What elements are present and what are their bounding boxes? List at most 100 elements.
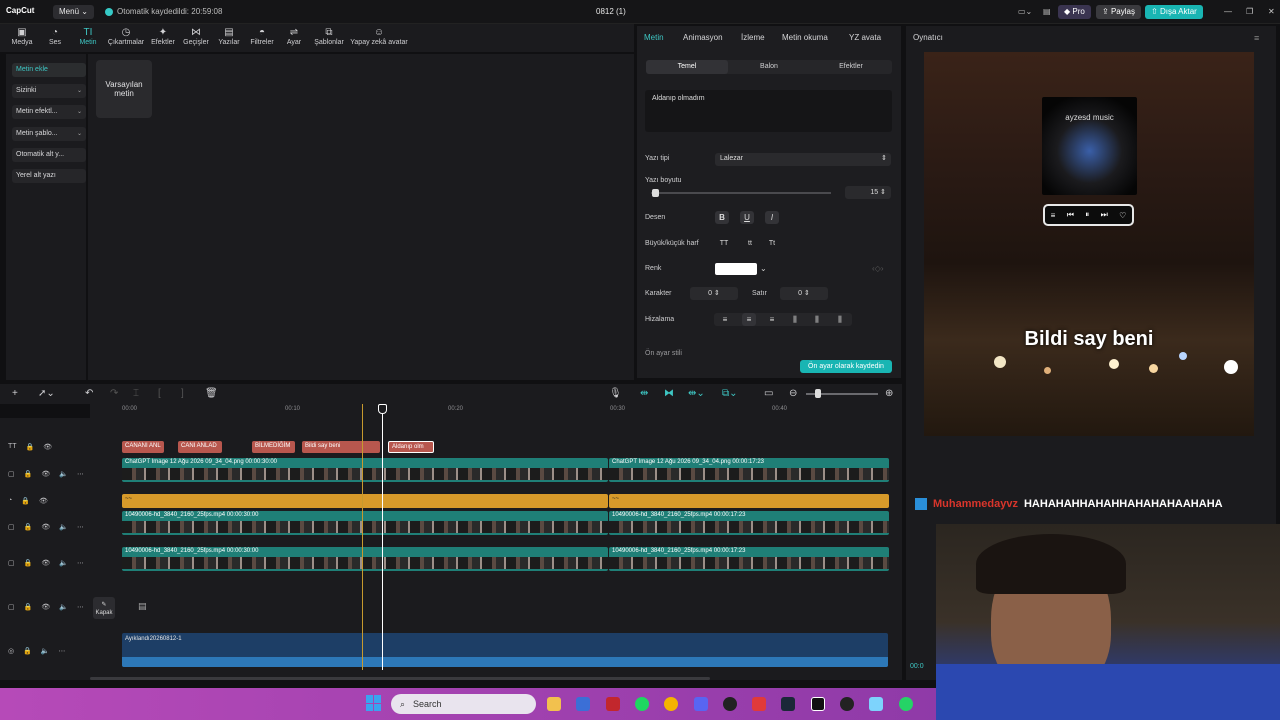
microphone-icon[interactable]: 🎙 bbox=[609, 388, 622, 399]
eye-icon[interactable]: 👁 bbox=[41, 523, 50, 531]
delete-icon[interactable]: 🗑 bbox=[205, 388, 218, 399]
tab-text[interactable]: Metin bbox=[644, 33, 664, 42]
char-spacing-input[interactable]: 0 ⇕ bbox=[690, 287, 738, 300]
spotify-icon[interactable] bbox=[635, 697, 649, 711]
close-icon[interactable]: ✕ bbox=[1262, 5, 1280, 19]
sidebar-item-local-captions[interactable]: Yerel alt yazı bbox=[12, 169, 86, 183]
default-text-card[interactable]: Varsayılan metin bbox=[96, 60, 152, 118]
link-icon[interactable]: ⇹ bbox=[640, 388, 648, 399]
subtab-basic[interactable]: Temel bbox=[646, 60, 728, 74]
vertical-bottom-icon[interactable]: ⫼ bbox=[833, 313, 847, 326]
color-swatch[interactable] bbox=[715, 263, 757, 275]
more-icon[interactable]: ⋯ bbox=[77, 603, 84, 611]
timeline-scrollbar[interactable] bbox=[90, 677, 710, 680]
app-icon[interactable] bbox=[606, 697, 620, 711]
text-content-input[interactable]: Aldanıp olmadım bbox=[645, 90, 892, 132]
text-clip-selected[interactable]: Aldanıp olm bbox=[388, 441, 434, 453]
speaker-icon[interactable]: 🔈 bbox=[41, 647, 50, 655]
toolbar-templates[interactable]: ⧉ Şablonlar bbox=[309, 27, 349, 46]
magnet-icon[interactable]: ⧓ bbox=[664, 388, 674, 399]
menu-button[interactable]: Menü ⌄ bbox=[53, 5, 94, 19]
eye-icon[interactable]: 👁 bbox=[39, 497, 48, 505]
speaker-icon[interactable]: 🔈 bbox=[59, 559, 68, 567]
lowercase-button[interactable]: tt bbox=[743, 237, 757, 250]
video-clip[interactable]: 10490006-hd_3840_2160_25fps.mp4 00:00:17… bbox=[609, 511, 889, 535]
sidebar-item-text-templates[interactable]: Metin şablo... ⌄ bbox=[12, 127, 86, 141]
align-left-icon[interactable]: ≡ bbox=[718, 313, 732, 326]
sidebar-item-text-effects[interactable]: Metin efektl... ⌄ bbox=[12, 105, 86, 119]
discord-icon[interactable] bbox=[694, 697, 708, 711]
effect-clip[interactable]: ~~ bbox=[609, 494, 889, 508]
underline-button[interactable]: U bbox=[740, 211, 754, 224]
lock-icon[interactable]: 🔒 bbox=[24, 470, 33, 478]
taskbar-search[interactable]: ⌕ Search bbox=[391, 694, 536, 714]
preview-axis-icon[interactable]: ⧉⌄ bbox=[722, 388, 738, 399]
share-button[interactable]: ⇪ Paylaş bbox=[1096, 5, 1141, 19]
chrome-icon[interactable] bbox=[664, 697, 678, 711]
notepad-icon[interactable] bbox=[869, 697, 883, 711]
eye-icon[interactable]: 👁 bbox=[41, 559, 50, 567]
font-select[interactable]: Lalezar ⇕ bbox=[715, 153, 891, 166]
speaker-icon[interactable]: 🔈 bbox=[59, 523, 68, 531]
project-title[interactable]: 0812 (1) bbox=[596, 7, 626, 16]
cover-button[interactable]: ✎ Kapak bbox=[93, 597, 115, 619]
lock-icon[interactable]: 🔒 bbox=[24, 523, 33, 531]
steam-icon[interactable] bbox=[781, 697, 795, 711]
more-icon[interactable]: ⋯ bbox=[77, 559, 84, 567]
text-clip[interactable]: CANI ANLAD bbox=[178, 441, 222, 453]
playhead-handle[interactable] bbox=[378, 404, 387, 414]
text-clip[interactable]: Bildi say beni bbox=[302, 441, 380, 453]
snap-icon[interactable]: ⇹⌄ bbox=[688, 388, 705, 399]
trim-right-icon[interactable]: ] bbox=[181, 388, 184, 399]
lock-icon[interactable]: 🔒 bbox=[24, 559, 33, 567]
captions-toggle-icon[interactable]: ▭ bbox=[764, 388, 773, 399]
align-center-icon[interactable]: ≡ bbox=[742, 313, 756, 326]
italic-button[interactable]: I bbox=[765, 211, 779, 224]
redo-icon[interactable]: ↷ bbox=[110, 388, 118, 399]
media-player-icon[interactable] bbox=[840, 697, 854, 711]
subtab-effects[interactable]: Efektler bbox=[810, 60, 892, 74]
eye-icon[interactable]: 👁 bbox=[41, 603, 50, 611]
size-input[interactable]: 15 ⇕ bbox=[845, 186, 891, 199]
split-icon[interactable]: ⌶ bbox=[133, 388, 139, 399]
capcut-icon[interactable] bbox=[811, 697, 825, 711]
zoom-out-icon[interactable]: ⊖ bbox=[789, 388, 797, 399]
tab-tracking[interactable]: İzleme bbox=[741, 33, 765, 42]
layout-icon[interactable]: ▭⌄ bbox=[1012, 5, 1038, 19]
lock-icon[interactable]: 🔒 bbox=[26, 443, 35, 451]
toolbar-adjust[interactable]: ⇌ Ayar bbox=[274, 27, 314, 46]
whatsapp-icon[interactable] bbox=[899, 697, 913, 711]
text-clip[interactable]: BİLMEDİĞİM bbox=[252, 441, 295, 453]
shortcut-icon[interactable]: ▤ bbox=[1037, 5, 1057, 19]
minimize-icon[interactable]: — bbox=[1218, 5, 1238, 19]
eye-icon[interactable]: 👁 bbox=[43, 443, 52, 451]
size-slider[interactable] bbox=[651, 192, 831, 194]
file-explorer-icon[interactable] bbox=[547, 697, 561, 711]
tab-ai-avatar[interactable]: YZ avata bbox=[849, 33, 881, 42]
tab-text-to-speech[interactable]: Metin okuma bbox=[782, 33, 828, 42]
sidebar-item-auto-captions[interactable]: Otomatik alt y... bbox=[12, 148, 86, 162]
video-clip[interactable]: ChatGPT Image 12 Ağu 2026 09_34_04.png 0… bbox=[609, 458, 889, 482]
bold-button[interactable]: B bbox=[715, 211, 729, 224]
restore-icon[interactable]: ❐ bbox=[1240, 5, 1259, 19]
windows-start-icon[interactable] bbox=[366, 695, 382, 711]
more-icon[interactable]: ⋯ bbox=[59, 647, 66, 655]
export-button[interactable]: ⇧ Dışa Aktar bbox=[1145, 5, 1203, 19]
toolbar-text[interactable]: TI Metin bbox=[68, 27, 108, 46]
tab-animation[interactable]: Animasyon bbox=[683, 33, 723, 42]
size-slider-handle[interactable] bbox=[651, 189, 659, 197]
obs-icon[interactable] bbox=[723, 697, 737, 711]
toolbar-ai-avatar[interactable]: ☺ Yapay zekâ avatar bbox=[350, 27, 408, 46]
trim-left-icon[interactable]: [ bbox=[158, 388, 161, 399]
speaker-icon[interactable]: 🔈 bbox=[59, 603, 68, 611]
more-icon[interactable]: ⋯ bbox=[77, 470, 84, 478]
save-preset-button[interactable]: Ön ayar olarak kaydedin bbox=[800, 360, 892, 373]
vertical-center-icon[interactable]: ⫼ bbox=[810, 313, 824, 326]
lock-icon[interactable]: 🔒 bbox=[23, 647, 32, 655]
zoom-slider-handle[interactable] bbox=[815, 389, 821, 398]
more-icon[interactable]: ⋯ bbox=[77, 523, 84, 531]
sidebar-item-yours[interactable]: Sizinki ⌄ bbox=[12, 84, 86, 98]
keyframe-icon[interactable]: ‹◇› bbox=[872, 264, 883, 273]
video-clip[interactable]: 10490006-hd_3840_2160_25fps.mp4 00:00:30… bbox=[122, 511, 608, 535]
playhead[interactable] bbox=[382, 404, 383, 670]
